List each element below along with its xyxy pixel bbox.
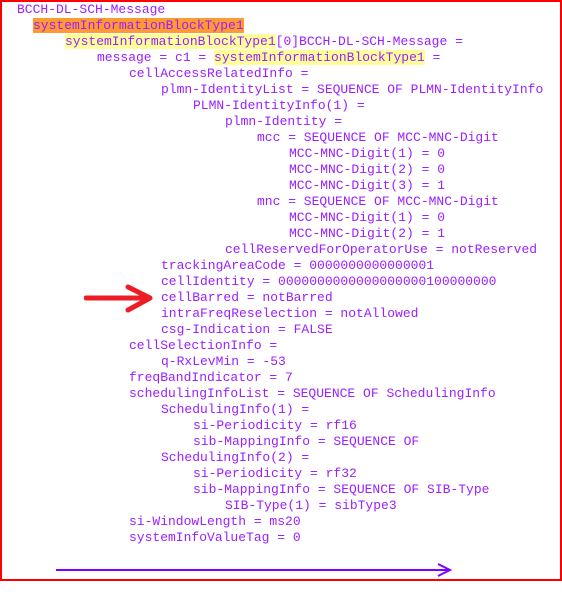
node-text: SchedulingInfo(1) =	[161, 402, 310, 417]
tree-line: cellSelectionInfo =	[17, 338, 543, 354]
node-text: freqBandIndicator = 7	[129, 370, 293, 385]
tree-line: SIB-Type(1) = sibType3	[17, 498, 543, 514]
node-text: MCC-MNC-Digit(1) = 0	[289, 146, 446, 161]
tree-line: BCCH-DL-SCH-Message	[17, 2, 543, 18]
node-text: SIB-Type(1) = sibType3	[225, 498, 397, 513]
node-text: schedulingInfoList = SEQUENCE OF Schedul…	[129, 386, 496, 401]
node-text: PLMN-IdentityInfo(1) =	[193, 98, 365, 113]
highlighted-node: systemInformationBlockType1	[214, 50, 425, 65]
tree-line: sib-MappingInfo = SEQUENCE OF SIB-Type	[17, 482, 543, 498]
highlighted-node: systemInformationBlockType1	[33, 18, 244, 33]
node-text: trackingAreaCode = 0000000000000001	[161, 258, 435, 273]
node-text: cellBarred = notBarred	[161, 290, 333, 305]
tree-line: cellReservedForOperatorUse = notReserved	[17, 242, 543, 258]
node-text: systemInfoValueTag = 0	[129, 530, 301, 545]
message-tree: BCCH-DL-SCH-Message systemInformationBloc…	[17, 2, 543, 546]
tree-line: si-WindowLength = ms20	[17, 514, 543, 530]
node-text: [0]BCCH-DL-SCH-Message =	[275, 34, 463, 49]
tree-line: message = c1 = systemInformationBlockTyp…	[17, 50, 543, 66]
node-text: si-Periodicity = rf16	[193, 418, 357, 433]
node-text: MCC-MNC-Digit(1) = 0	[289, 210, 446, 225]
node-text: MCC-MNC-Digit(3) = 1	[289, 178, 446, 193]
tree-line: schedulingInfoList = SEQUENCE OF Schedul…	[17, 386, 543, 402]
node-text: plmn-Identity =	[225, 114, 343, 129]
node-text: si-Periodicity = rf32	[193, 466, 357, 481]
node-text: csg-Indication = FALSE	[161, 322, 333, 337]
node-text: cellAccessRelatedInfo =	[129, 66, 309, 81]
node-text: intraFreqReselection = notAllowed	[161, 306, 419, 321]
red-arrow-icon	[84, 284, 153, 313]
tree-line: plmn-Identity =	[17, 114, 543, 130]
tree-line: csg-Indication = FALSE	[17, 322, 543, 338]
node-text: sib-MappingInfo = SEQUENCE OF SIB-Type	[193, 482, 490, 497]
tree-line: MCC-MNC-Digit(2) = 0	[17, 162, 543, 178]
node-text: plmn-IdentityList = SEQUENCE OF PLMN-Ide…	[161, 82, 544, 97]
node-text: q-RxLevMin = -53	[161, 354, 286, 369]
tree-line: systemInformationBlockType1	[17, 18, 543, 34]
node-text: cellReservedForOperatorUse = notReserved	[225, 242, 538, 257]
node-text: BCCH-DL-SCH-Message	[17, 2, 166, 17]
node-text: MCC-MNC-Digit(2) = 1	[289, 226, 446, 241]
tree-line: mcc = SEQUENCE OF MCC-MNC-Digit	[17, 130, 543, 146]
tree-line: MCC-MNC-Digit(3) = 1	[17, 178, 543, 194]
right-arrow-icon	[56, 563, 453, 577]
tree-line: q-RxLevMin = -53	[17, 354, 543, 370]
node-text: message = c1 =	[97, 50, 215, 65]
tree-line: sib-MappingInfo = SEQUENCE OF	[17, 434, 543, 450]
tree-line: freqBandIndicator = 7	[17, 370, 543, 386]
tree-line: MCC-MNC-Digit(2) = 1	[17, 226, 543, 242]
node-text: si-WindowLength = ms20	[129, 514, 301, 529]
tree-line: MCC-MNC-Digit(1) = 0	[17, 146, 543, 162]
tree-line: trackingAreaCode = 0000000000000001	[17, 258, 543, 274]
tree-line: plmn-IdentityList = SEQUENCE OF PLMN-Ide…	[17, 82, 543, 98]
tree-line: cellAccessRelatedInfo =	[17, 66, 543, 82]
node-text: SchedulingInfo(2) =	[161, 450, 310, 465]
node-text: cellIdentity = 0000000000000000000100000…	[161, 274, 497, 289]
tree-line: PLMN-IdentityInfo(1) =	[17, 98, 543, 114]
tree-line: si-Periodicity = rf16	[17, 418, 543, 434]
tree-line: systemInfoValueTag = 0	[17, 530, 543, 546]
tree-line: mnc = SEQUENCE OF MCC-MNC-Digit	[17, 194, 543, 210]
node-text: MCC-MNC-Digit(2) = 0	[289, 162, 446, 177]
tree-line: SchedulingInfo(1) =	[17, 402, 543, 418]
node-text: =	[424, 50, 441, 65]
node-text: cellSelectionInfo =	[129, 338, 278, 353]
node-text: mcc = SEQUENCE OF MCC-MNC-Digit	[257, 130, 499, 145]
tree-line: si-Periodicity = rf32	[17, 466, 543, 482]
tree-line: MCC-MNC-Digit(1) = 0	[17, 210, 543, 226]
highlighted-node: systemInformationBlockType1	[65, 34, 276, 49]
tree-line: SchedulingInfo(2) =	[17, 450, 543, 466]
tree-line: systemInformationBlockType1[0]BCCH-DL-SC…	[17, 34, 543, 50]
node-text: mnc = SEQUENCE OF MCC-MNC-Digit	[257, 194, 499, 209]
node-text: sib-MappingInfo = SEQUENCE OF	[193, 434, 420, 449]
